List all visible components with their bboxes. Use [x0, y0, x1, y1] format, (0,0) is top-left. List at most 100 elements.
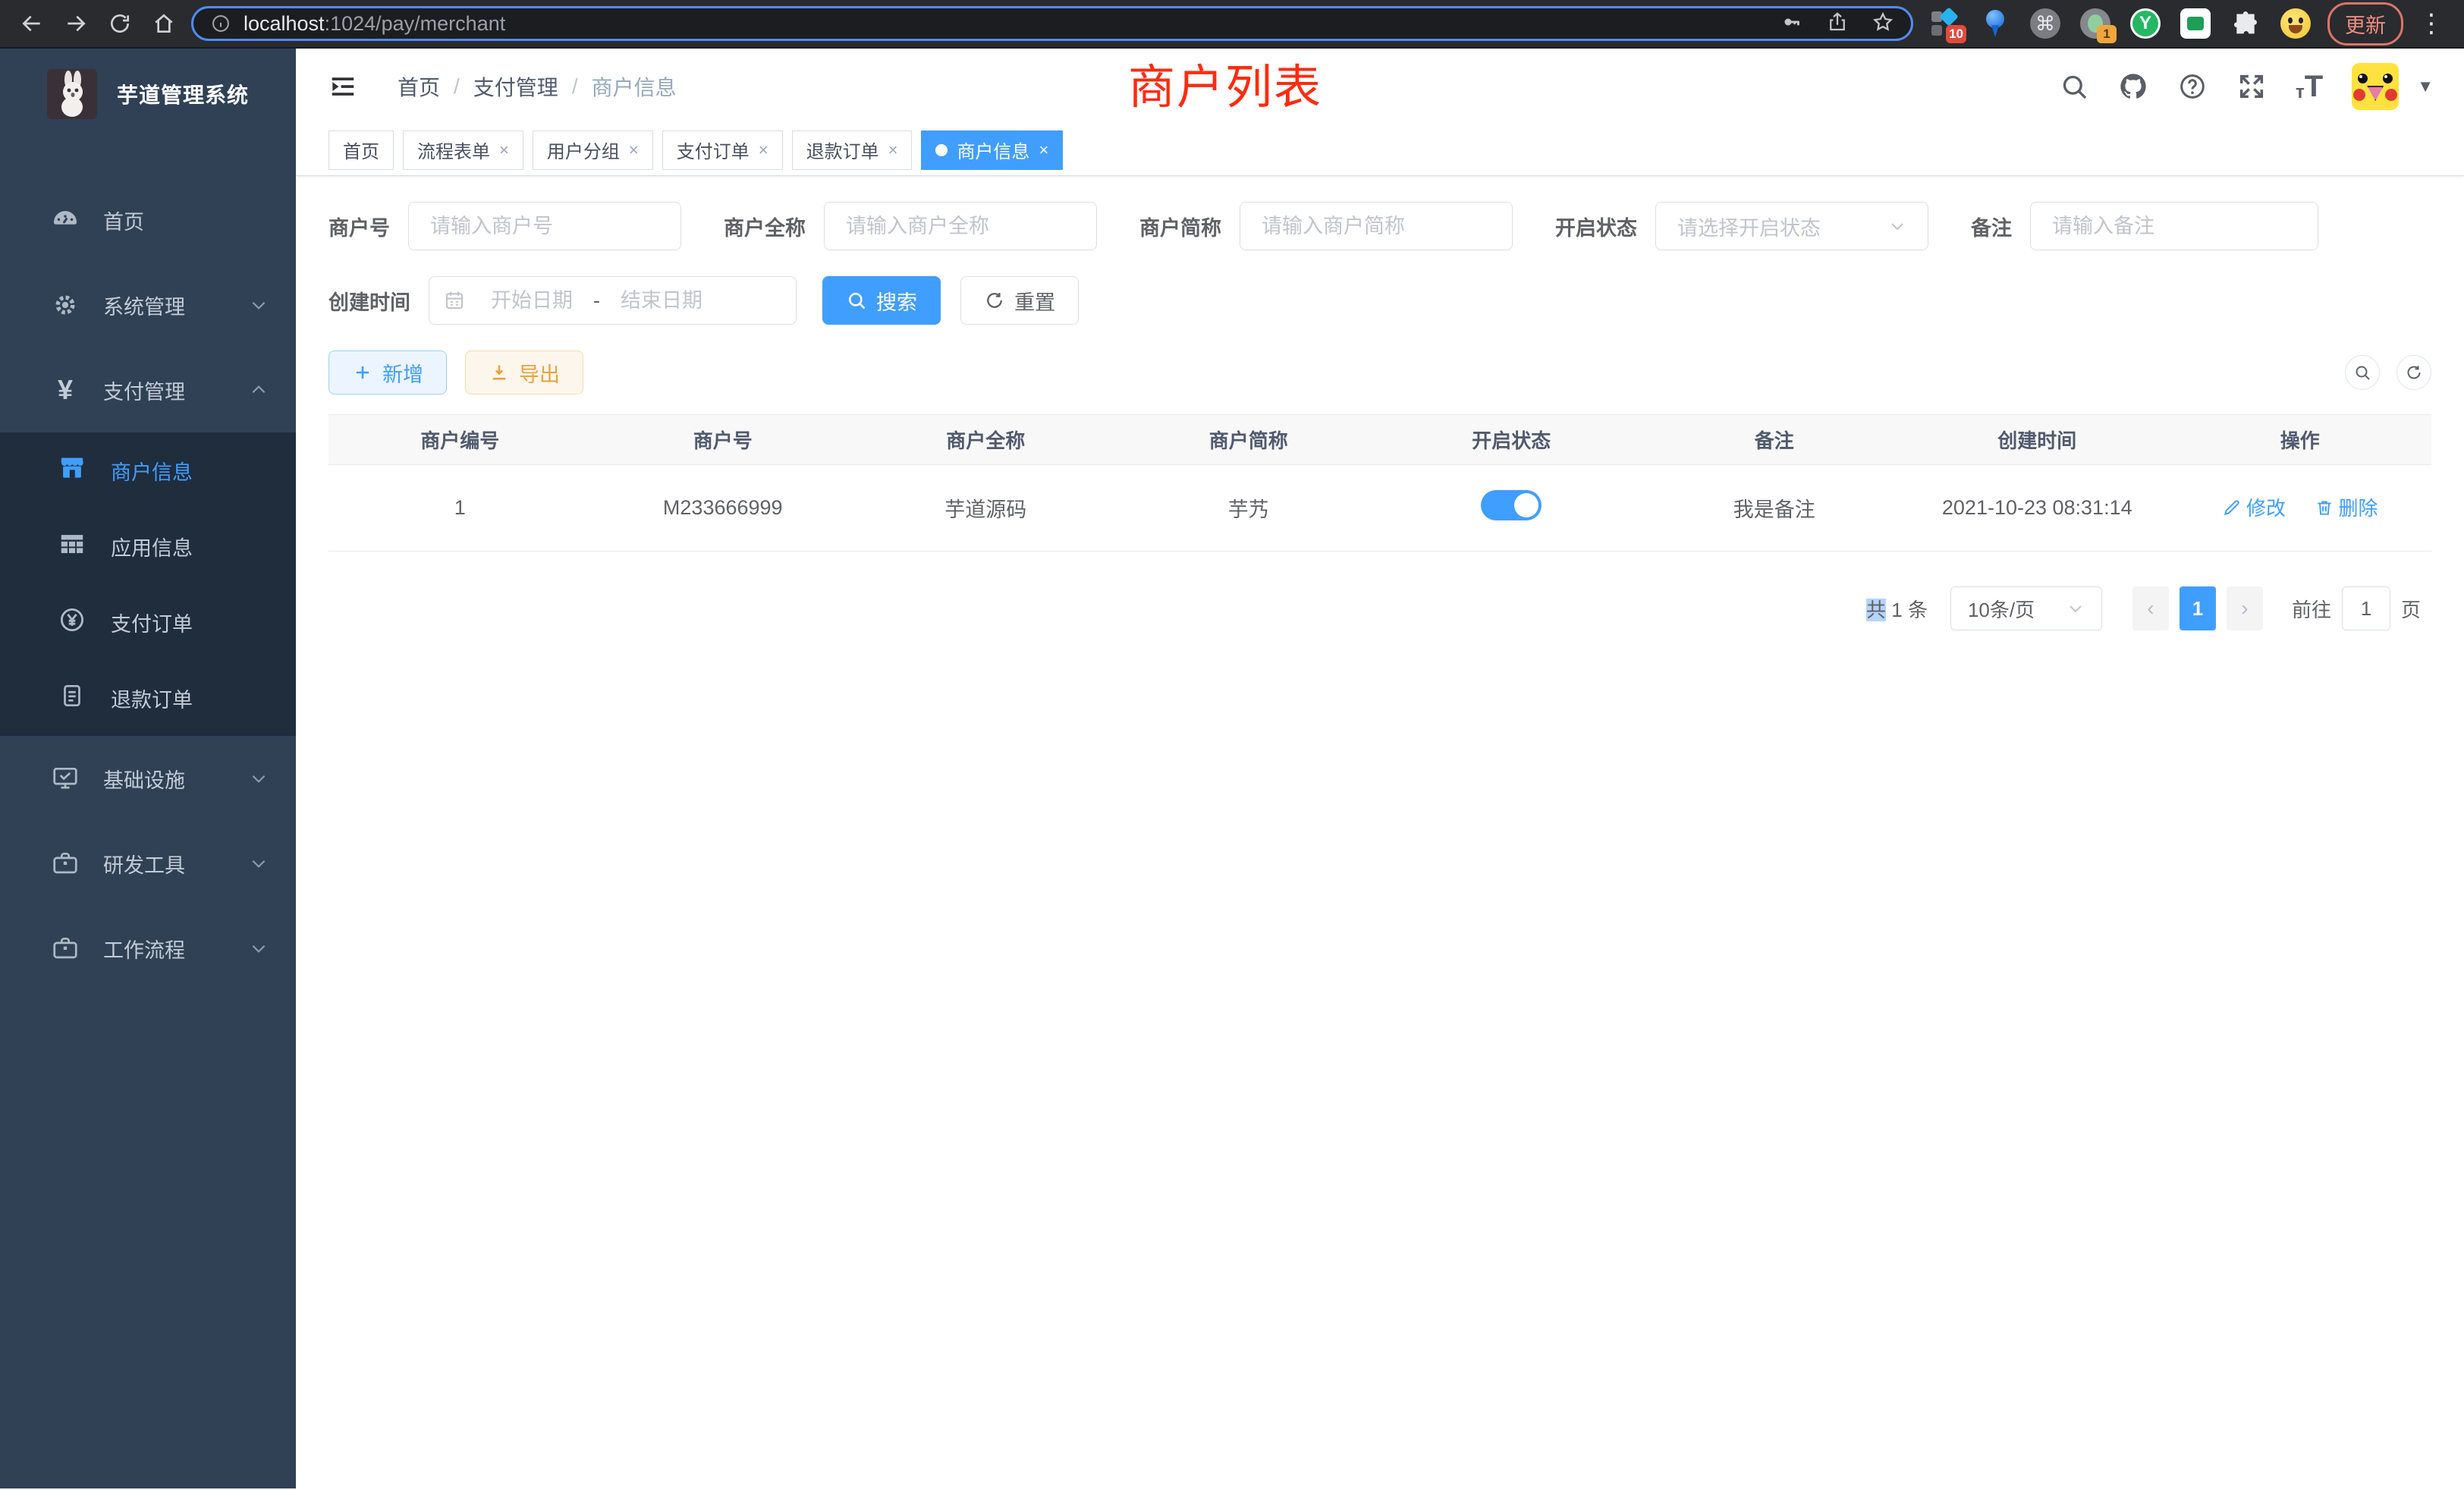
- address-bar[interactable]: localhost:1024/pay/merchant: [191, 6, 1913, 41]
- breadcrumb-section[interactable]: 支付管理: [473, 71, 558, 102]
- tab-home[interactable]: 首页: [328, 130, 394, 170]
- add-button[interactable]: 新增: [328, 350, 447, 395]
- tag-tabs-bar: 首页 流程表单× 用户分组× 支付订单× 退款订单× 商户信息×: [296, 124, 2464, 176]
- close-icon[interactable]: ×: [888, 140, 898, 160]
- edit-link[interactable]: 修改: [2222, 493, 2286, 521]
- prev-page-button[interactable]: ‹: [2132, 586, 2169, 630]
- delete-link[interactable]: 删除: [2315, 493, 2378, 521]
- search-icon[interactable]: [2059, 71, 2089, 102]
- site-info-icon[interactable]: [210, 13, 231, 34]
- fullscreen-icon[interactable]: [2236, 71, 2267, 102]
- user-avatar[interactable]: [2352, 63, 2399, 110]
- short-name-label: 商户简称: [1139, 212, 1221, 241]
- sidebar-item-home[interactable]: 首页: [0, 178, 296, 262]
- url-text: localhost:1024/pay/merchant: [244, 12, 1768, 36]
- reset-button[interactable]: 重置: [960, 276, 1079, 325]
- status-toggle[interactable]: [1481, 490, 1542, 520]
- cell-merchant-id: 1: [328, 465, 592, 552]
- pin-extension-icon[interactable]: [1980, 8, 2010, 39]
- browser-profile-avatar[interactable]: [2280, 8, 2311, 39]
- col-full-name: 商户全称: [854, 415, 1117, 465]
- sidebar: 芋道管理系统 首页 系统管理 ¥ 支付管理: [0, 49, 296, 1488]
- tab-refund-order[interactable]: 退款订单×: [792, 130, 913, 170]
- breadcrumb: 首页 / 支付管理 / 商户信息: [398, 71, 677, 102]
- tab-merchant-info[interactable]: 商户信息×: [921, 130, 1063, 170]
- github-icon[interactable]: [2118, 71, 2148, 102]
- export-button[interactable]: 导出: [465, 350, 583, 395]
- end-date-input[interactable]: [605, 289, 718, 313]
- close-icon[interactable]: ×: [499, 140, 509, 160]
- sidebar-item-workflow[interactable]: 工作流程: [0, 906, 296, 991]
- page-size-select[interactable]: 10条/页: [1950, 586, 2102, 630]
- start-date-input[interactable]: [475, 289, 589, 313]
- shop-icon: [58, 454, 91, 488]
- bookmark-star-icon[interactable]: [1872, 11, 1894, 37]
- help-icon[interactable]: [2177, 71, 2208, 102]
- short-name-input[interactable]: [1240, 202, 1513, 250]
- sidebar-item-system[interactable]: 系统管理: [0, 262, 296, 347]
- create-time-range[interactable]: -: [429, 276, 797, 325]
- cell-short-name: 芋艿: [1117, 465, 1381, 552]
- page-content: 商户号 商户全称 商户简称 开启状态 请选择开启状态: [296, 176, 2464, 1488]
- tab-process-form[interactable]: 流程表单×: [403, 130, 523, 170]
- browser-forward-icon[interactable]: [59, 7, 93, 40]
- close-icon[interactable]: ×: [1039, 140, 1048, 160]
- app-logo: [47, 69, 97, 119]
- grid-table-icon: [58, 530, 91, 564]
- tampermonkey-extension-icon[interactable]: 10: [1930, 8, 1960, 39]
- page-header: 首页 / 支付管理 / 商户信息 тT: [296, 49, 2464, 124]
- command-extension-icon[interactable]: ⌘: [2030, 8, 2060, 39]
- page-1-button[interactable]: 1: [2180, 586, 2216, 630]
- password-key-icon[interactable]: [1780, 11, 1803, 37]
- status-select[interactable]: 请选择开启状态: [1655, 202, 1928, 250]
- dashboard-icon: [49, 206, 82, 234]
- total-count: 共 1 条: [1866, 595, 1928, 623]
- browser-home-icon[interactable]: [147, 7, 181, 40]
- browser-update-button[interactable]: 更新: [2327, 2, 2403, 46]
- browser-reload-icon[interactable]: [103, 7, 137, 40]
- refresh-button[interactable]: [2396, 355, 2431, 390]
- col-merchant-no: 商户号: [592, 415, 855, 465]
- breadcrumb-home[interactable]: 首页: [398, 71, 440, 102]
- app-logo-row[interactable]: 芋道管理系统: [0, 49, 296, 140]
- table-header-row: 商户编号 商户号 商户全称 商户简称 开启状态 备注 创建时间 操作: [328, 415, 2431, 465]
- goto-page-input[interactable]: [2342, 586, 2390, 630]
- yen-circle-icon: [58, 605, 91, 640]
- search-button[interactable]: 搜索: [822, 276, 941, 325]
- page-suffix: 页: [2401, 595, 2421, 623]
- user-menu-caret-icon[interactable]: ▼: [2417, 77, 2434, 96]
- sidebar-item-dev-tools[interactable]: 研发工具: [0, 821, 296, 906]
- payment-submenu: 商户信息 应用信息 支付订单: [0, 432, 296, 736]
- tab-user-group[interactable]: 用户分组×: [533, 130, 653, 170]
- pagination: 共 1 条 10条/页 ‹ 1 › 前往 页: [328, 586, 2431, 630]
- browser-extensions: 10 ⌘ 1 Y: [1930, 8, 2311, 39]
- merchant-no-label: 商户号: [328, 212, 390, 241]
- extensions-puzzle-icon[interactable]: [2230, 8, 2261, 39]
- next-page-button[interactable]: ›: [2227, 586, 2263, 630]
- merchant-no-input[interactable]: [408, 202, 681, 250]
- share-icon[interactable]: [1826, 11, 1849, 37]
- hide-search-button[interactable]: [2345, 355, 2380, 390]
- recorder-extension-icon[interactable]: 1: [2080, 8, 2110, 39]
- browser-back-icon[interactable]: [15, 7, 49, 40]
- browser-menu-icon[interactable]: ⋮: [2414, 8, 2449, 39]
- gear-icon: [49, 291, 82, 319]
- sidebar-item-refund-order[interactable]: 退款订单: [0, 660, 296, 736]
- tab-pay-order[interactable]: 支付订单×: [662, 130, 783, 170]
- sidebar-item-payment[interactable]: ¥ 支付管理: [0, 347, 296, 432]
- sidebar-menu: 首页 系统管理 ¥ 支付管理 商户信息: [0, 140, 296, 991]
- chat-extension-icon[interactable]: [2180, 8, 2211, 39]
- sidebar-item-pay-order[interactable]: 支付订单: [0, 584, 296, 660]
- chevron-down-icon: [2066, 599, 2085, 618]
- sidebar-collapse-icon[interactable]: [326, 70, 360, 103]
- chevron-up-icon: [249, 380, 269, 400]
- remark-input[interactable]: [2030, 202, 2318, 250]
- y-extension-icon[interactable]: Y: [2130, 8, 2161, 39]
- full-name-input[interactable]: [824, 202, 1097, 250]
- sidebar-item-app-info[interactable]: 应用信息: [0, 508, 296, 584]
- sidebar-item-merchant-info[interactable]: 商户信息: [0, 432, 296, 508]
- sidebar-item-infrastructure[interactable]: 基础设施: [0, 736, 296, 821]
- font-size-icon[interactable]: тT: [2296, 71, 2323, 102]
- close-icon[interactable]: ×: [629, 140, 639, 160]
- close-icon[interactable]: ×: [759, 140, 768, 160]
